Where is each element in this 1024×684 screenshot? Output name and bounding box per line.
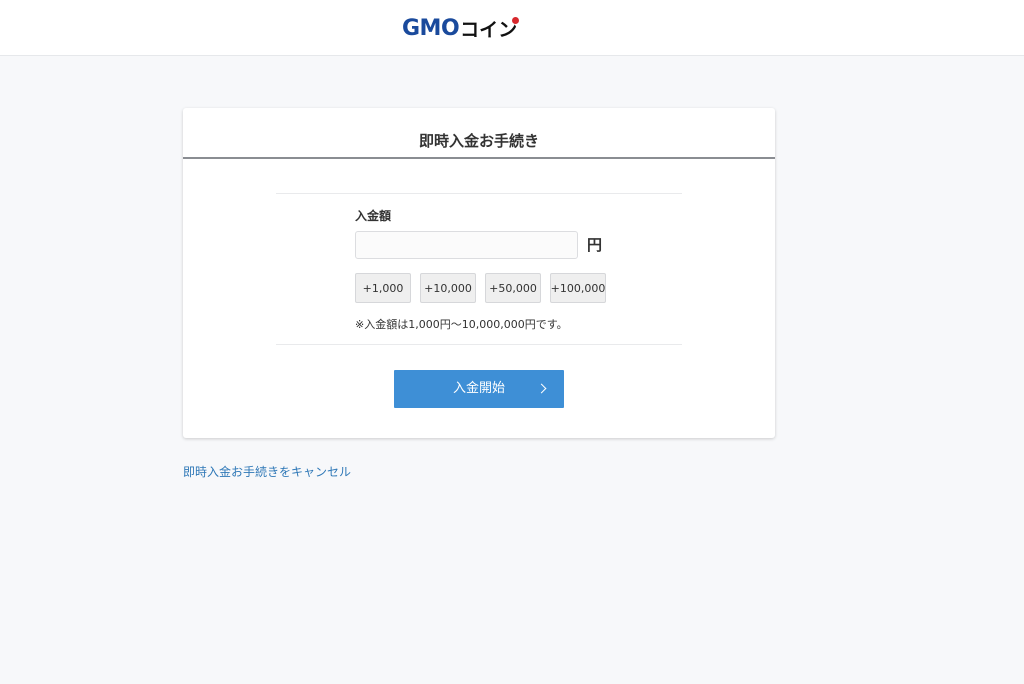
logo-red-dot-icon <box>512 16 520 24</box>
title-divider <box>183 157 775 159</box>
form-bottom-divider <box>276 344 682 345</box>
logo-coin-text: コイン <box>460 15 520 42</box>
instant-deposit-card: 即時入金お手続き 入金額 円 +1,000 +10,000 +50,000 +1… <box>183 108 775 438</box>
amount-label: 入金額 <box>355 209 392 223</box>
add-50000-button[interactable]: +50,000 <box>485 273 541 303</box>
add-1000-button[interactable]: +1,000 <box>355 273 411 303</box>
gmo-coin-logo[interactable]: GMO コイン <box>402 14 520 42</box>
amount-range-note: ※入金額は1,000円〜10,000,000円です。 <box>355 318 568 331</box>
amount-input[interactable] <box>355 231 578 259</box>
logo-coin-label: コイン <box>460 18 518 41</box>
yen-unit: 円 <box>587 236 603 254</box>
page-title: 即時入金お手続き <box>418 132 539 150</box>
form-top-divider <box>276 193 682 194</box>
quick-amount-buttons: +1,000 +10,000 +50,000 +100,000 <box>355 273 606 303</box>
logo-gmo-text: GMO <box>402 15 460 41</box>
site-header: GMO コイン <box>0 0 1024 56</box>
add-10000-button[interactable]: +10,000 <box>420 273 476 303</box>
start-deposit-button[interactable]: 入金開始 <box>394 370 564 408</box>
add-100000-button[interactable]: +100,000 <box>550 273 606 303</box>
cancel-deposit-link[interactable]: 即時入金お手続きをキャンセル <box>183 463 351 480</box>
